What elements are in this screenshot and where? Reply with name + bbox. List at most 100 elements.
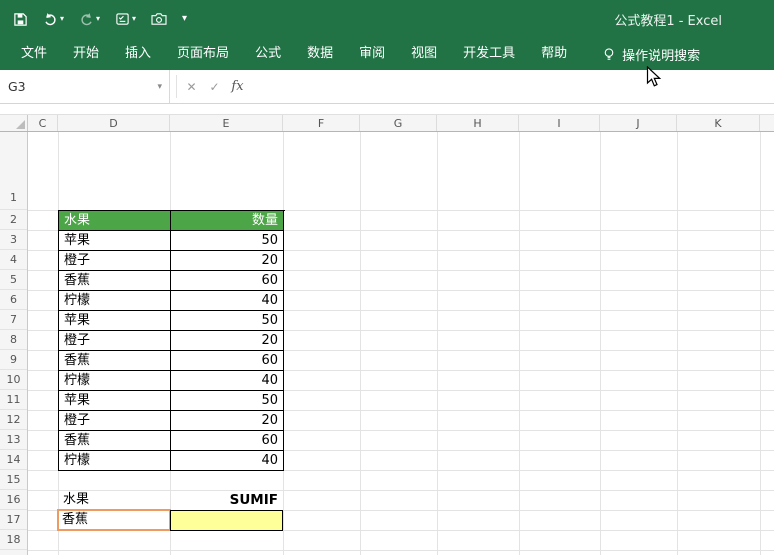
column-header-g[interactable]: G bbox=[360, 115, 437, 131]
row-header-6[interactable]: 6 bbox=[0, 290, 27, 310]
cell-e6[interactable]: 40 bbox=[171, 291, 284, 311]
column-header-j[interactable]: J bbox=[600, 115, 677, 131]
row-header-8[interactable]: 8 bbox=[0, 330, 27, 350]
cell-e2[interactable]: 数量 bbox=[171, 211, 284, 231]
cell-d10[interactable]: 柠檬 bbox=[59, 371, 171, 391]
row-header-1[interactable]: 1 bbox=[0, 132, 27, 210]
row-header-3[interactable]: 3 bbox=[0, 230, 27, 250]
row-header-11[interactable]: 11 bbox=[0, 390, 27, 410]
chevron-down-icon: ▾ bbox=[60, 15, 64, 23]
column-header-e[interactable]: E bbox=[170, 115, 283, 131]
cell-d9[interactable]: 香蕉 bbox=[59, 351, 171, 371]
cell-e5[interactable]: 60 bbox=[171, 271, 284, 291]
tell-me-search[interactable]: 操作说明搜索 bbox=[594, 45, 708, 64]
cell-e16[interactable]: SUMIF bbox=[170, 490, 283, 510]
table-header-row: 水果 数量 bbox=[59, 211, 285, 231]
tab-help[interactable]: 帮助 bbox=[528, 38, 580, 70]
ribbon-sheet-gap bbox=[0, 104, 774, 114]
row-header-10[interactable]: 10 bbox=[0, 370, 27, 390]
cell-e8[interactable]: 20 bbox=[171, 331, 284, 351]
camera-button[interactable] bbox=[148, 10, 170, 28]
tab-developer[interactable]: 开发工具 bbox=[450, 38, 528, 70]
gridline-vertical bbox=[760, 132, 761, 555]
cell-e9[interactable]: 60 bbox=[171, 351, 284, 371]
table-row: 苹果 50 bbox=[59, 311, 285, 331]
table-row: 苹果 50 bbox=[59, 391, 285, 411]
cell-grid[interactable]: 水果 数量 苹果 50 橙子 20 香蕉 60 柠檬 40 bbox=[28, 132, 774, 555]
table-row: 香蕉 60 bbox=[59, 431, 285, 451]
form-button[interactable]: ▾ bbox=[112, 10, 139, 29]
tab-file[interactable]: 文件 bbox=[8, 38, 60, 70]
cell-d13[interactable]: 香蕉 bbox=[59, 431, 171, 451]
row-header-4[interactable]: 4 bbox=[0, 250, 27, 270]
cell-d7[interactable]: 苹果 bbox=[59, 311, 171, 331]
row-header-13[interactable]: 13 bbox=[0, 430, 27, 450]
tab-formulas[interactable]: 公式 bbox=[242, 38, 294, 70]
cell-e17-result[interactable] bbox=[170, 510, 283, 531]
cell-e14[interactable]: 40 bbox=[171, 451, 284, 471]
cell-e4[interactable]: 20 bbox=[171, 251, 284, 271]
cell-e10[interactable]: 40 bbox=[171, 371, 284, 391]
insert-function-button[interactable]: fx bbox=[226, 79, 249, 94]
row-header-17[interactable]: 17 bbox=[0, 510, 27, 530]
select-all-corner[interactable] bbox=[0, 115, 28, 131]
tab-page-layout[interactable]: 页面布局 bbox=[164, 38, 242, 70]
row-header-7[interactable]: 7 bbox=[0, 310, 27, 330]
column-header-k[interactable]: K bbox=[677, 115, 760, 131]
formula-input[interactable] bbox=[249, 70, 774, 103]
cell-e7[interactable]: 50 bbox=[171, 311, 284, 331]
form-icon bbox=[115, 12, 130, 27]
row-header-12[interactable]: 12 bbox=[0, 410, 27, 430]
gridline-vertical bbox=[360, 132, 361, 555]
tab-review[interactable]: 审阅 bbox=[346, 38, 398, 70]
cell-e12[interactable]: 20 bbox=[171, 411, 284, 431]
tell-me-label: 操作说明搜索 bbox=[622, 45, 700, 64]
gridline-vertical bbox=[519, 132, 520, 555]
cell-d6[interactable]: 柠檬 bbox=[59, 291, 171, 311]
cell-d3[interactable]: 苹果 bbox=[59, 231, 171, 251]
cell-d8[interactable]: 橙子 bbox=[59, 331, 171, 351]
row-header-18[interactable]: 18 bbox=[0, 530, 27, 550]
row-header-5[interactable]: 5 bbox=[0, 270, 27, 290]
enter-button[interactable]: ✓ bbox=[203, 80, 226, 94]
save-button[interactable] bbox=[10, 10, 31, 29]
cell-d16[interactable]: 水果 bbox=[59, 490, 169, 510]
cell-d14[interactable]: 柠檬 bbox=[59, 451, 171, 471]
row-header-9[interactable]: 9 bbox=[0, 350, 27, 370]
cell-d5[interactable]: 香蕉 bbox=[59, 271, 171, 291]
table-row: 柠檬 40 bbox=[59, 291, 285, 311]
name-box[interactable]: G3 ▾ bbox=[0, 70, 170, 103]
tab-view[interactable]: 视图 bbox=[398, 38, 450, 70]
column-header-h[interactable]: H bbox=[437, 115, 519, 131]
table-row: 柠檬 40 bbox=[59, 451, 285, 471]
tab-data[interactable]: 数据 bbox=[294, 38, 346, 70]
row-header-2[interactable]: 2 bbox=[0, 210, 27, 230]
tab-home[interactable]: 开始 bbox=[60, 38, 112, 70]
gridline-vertical bbox=[677, 132, 678, 555]
row-header-16[interactable]: 16 bbox=[0, 490, 27, 510]
window-title: 公式教程1 - Excel bbox=[614, 10, 722, 29]
undo-button[interactable]: ▾ bbox=[40, 10, 67, 29]
row-header-14[interactable]: 14 bbox=[0, 450, 27, 470]
column-header-i[interactable]: I bbox=[519, 115, 600, 131]
cell-d11[interactable]: 苹果 bbox=[59, 391, 171, 411]
undo-icon bbox=[43, 12, 58, 27]
cell-d2[interactable]: 水果 bbox=[59, 211, 171, 231]
cancel-button[interactable]: ✕ bbox=[180, 80, 203, 94]
tab-insert[interactable]: 插入 bbox=[112, 38, 164, 70]
cell-e11[interactable]: 50 bbox=[171, 391, 284, 411]
redo-button[interactable]: ▾ bbox=[76, 10, 103, 29]
cell-e13[interactable]: 60 bbox=[171, 431, 284, 451]
row-header-15[interactable]: 15 bbox=[0, 470, 27, 490]
cell-d17-selected[interactable]: 香蕉 bbox=[57, 509, 171, 531]
column-header-c[interactable]: C bbox=[28, 115, 58, 131]
column-header-f[interactable]: F bbox=[283, 115, 360, 131]
customize-quick-access-button[interactable]: ▾ bbox=[179, 13, 190, 25]
cell-d4[interactable]: 橙子 bbox=[59, 251, 171, 271]
name-box-dropdown-icon[interactable]: ▾ bbox=[157, 82, 162, 92]
save-icon bbox=[13, 12, 28, 27]
column-header-d[interactable]: D bbox=[58, 115, 170, 131]
cell-e3[interactable]: 50 bbox=[171, 231, 284, 251]
chevron-down-icon: ▾ bbox=[96, 15, 100, 23]
cell-d12[interactable]: 橙子 bbox=[59, 411, 171, 431]
